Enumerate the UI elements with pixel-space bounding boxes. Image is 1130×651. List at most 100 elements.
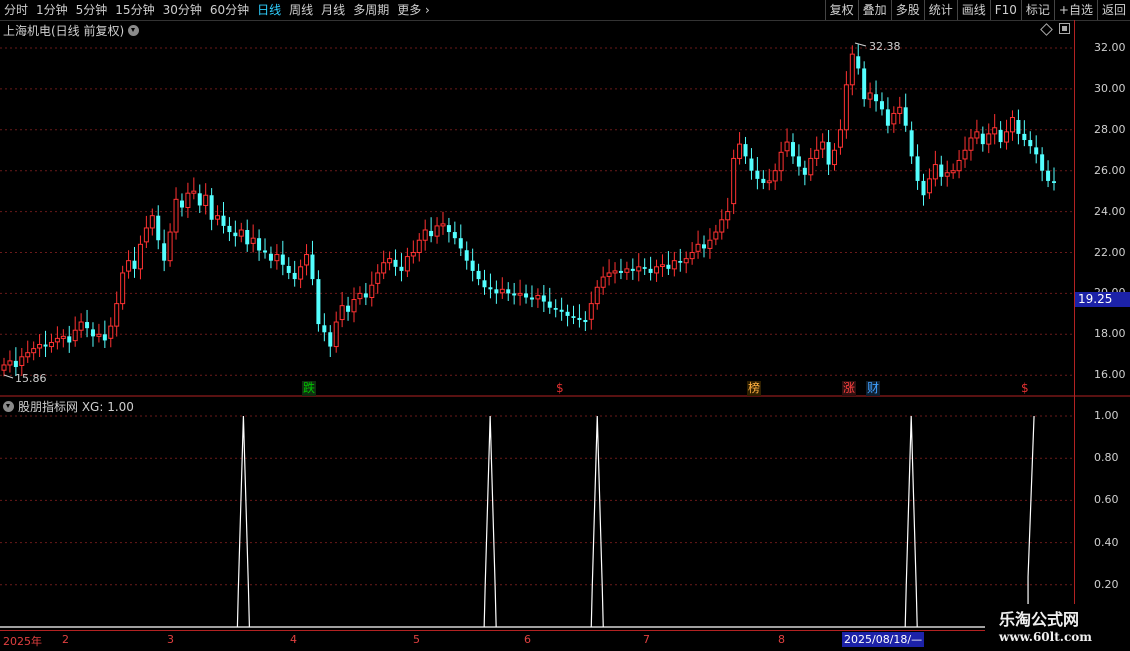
logo-line1: 乐淘公式网 xyxy=(999,610,1080,629)
candle-body xyxy=(416,239,422,253)
candle-body xyxy=(1016,119,1021,134)
candle-body xyxy=(719,219,725,233)
candle-body xyxy=(802,167,807,175)
candle-body xyxy=(796,156,801,167)
candle-body xyxy=(102,334,107,341)
candle-body xyxy=(209,195,214,220)
candle-body xyxy=(482,280,487,288)
candle-body xyxy=(636,266,642,272)
candle-body xyxy=(292,272,297,280)
candle-body xyxy=(31,348,37,354)
date-label: 5 xyxy=(413,633,420,646)
candle-body xyxy=(316,279,321,325)
candle-body xyxy=(713,231,719,240)
candle-body xyxy=(506,289,511,294)
price-tick: 32.00 xyxy=(1094,41,1126,54)
candle-body xyxy=(903,107,908,126)
candle-body xyxy=(784,141,790,152)
candle-body xyxy=(624,268,630,273)
date-label: 4 xyxy=(290,633,297,646)
candle-body xyxy=(470,260,475,271)
date-label: 2025年 xyxy=(3,635,42,648)
candle-body xyxy=(304,254,310,266)
candle-body xyxy=(755,170,760,179)
candle-body xyxy=(909,130,914,157)
candle-body xyxy=(96,333,102,337)
candle-body xyxy=(351,299,357,313)
current-price-tag: 19.25 xyxy=(1075,292,1130,307)
candle-body xyxy=(90,329,95,337)
candle-body xyxy=(571,316,576,318)
candle-body xyxy=(849,53,855,86)
candle-body xyxy=(517,292,523,296)
candle-body xyxy=(986,133,992,145)
candle-body xyxy=(333,321,339,348)
candle-body xyxy=(671,260,677,270)
price-tick: 26.00 xyxy=(1094,163,1126,177)
price-tick: 28.00 xyxy=(1094,122,1126,136)
candle-body xyxy=(695,243,701,252)
chevron-down-icon[interactable] xyxy=(3,401,14,412)
candle-body xyxy=(832,149,838,166)
candle-body xyxy=(1022,133,1027,141)
candle-body xyxy=(434,225,440,237)
candle-body xyxy=(761,178,766,183)
candle-body xyxy=(143,227,149,243)
candle-body xyxy=(743,144,748,157)
candle-body xyxy=(577,317,582,320)
candle-body xyxy=(203,194,209,206)
candle-body xyxy=(440,223,446,227)
candle-body xyxy=(156,215,161,241)
candle-body xyxy=(19,356,25,366)
candle-body xyxy=(114,303,120,327)
event-marker[interactable]: 跌 xyxy=(302,381,317,396)
candle-body xyxy=(541,295,546,302)
candle-body xyxy=(494,289,499,294)
candle-body xyxy=(766,180,772,184)
event-marker[interactable]: $ xyxy=(1020,381,1030,396)
candle-body xyxy=(280,254,285,265)
event-marker[interactable]: 财 xyxy=(866,381,881,396)
date-label: 8 xyxy=(778,633,785,646)
candle-body xyxy=(179,200,184,208)
xg-spike xyxy=(904,415,918,628)
candle-body xyxy=(980,133,985,145)
candle-body xyxy=(185,192,191,209)
candle-body xyxy=(600,276,606,288)
event-marker[interactable]: $ xyxy=(555,381,565,396)
indicator-tick: 1.00 xyxy=(1094,409,1119,422)
candle-body xyxy=(606,272,612,277)
candle-body xyxy=(778,151,784,172)
candle-body xyxy=(108,325,114,339)
candle-body xyxy=(233,232,238,237)
event-marker[interactable]: 榜 xyxy=(747,381,762,396)
candle-body xyxy=(932,164,938,180)
candle-body xyxy=(874,94,879,102)
candle-body xyxy=(48,341,54,348)
candle-body xyxy=(512,293,517,296)
candle-body xyxy=(13,360,18,368)
candle-body xyxy=(452,232,457,239)
candle-body xyxy=(559,309,564,312)
candle-body xyxy=(998,129,1003,143)
indicator-tick: 0.80 xyxy=(1094,451,1119,465)
date-label: 2 xyxy=(62,633,69,646)
candle-body xyxy=(862,68,867,100)
candle-body xyxy=(346,305,351,312)
candle-body xyxy=(820,141,826,150)
indicator-title[interactable]: 股朋指标网 XG: 1.00 xyxy=(3,398,134,415)
candle-body xyxy=(429,230,434,237)
candle-body xyxy=(867,92,873,100)
indicator-tick: 0.20 xyxy=(1094,577,1119,591)
candle-body xyxy=(1004,131,1010,143)
event-marker[interactable]: 涨 xyxy=(842,381,857,396)
candle-body xyxy=(749,158,754,171)
candlestick-chart[interactable]: 32.38 15.86 xyxy=(0,0,1130,650)
candle-body xyxy=(944,172,950,177)
candle-body xyxy=(250,237,256,244)
candle-body xyxy=(375,272,381,284)
candle-body xyxy=(173,198,179,233)
indicator-tick: 0.60 xyxy=(1094,493,1119,507)
candle-body xyxy=(683,258,689,264)
candle-body xyxy=(915,156,920,181)
